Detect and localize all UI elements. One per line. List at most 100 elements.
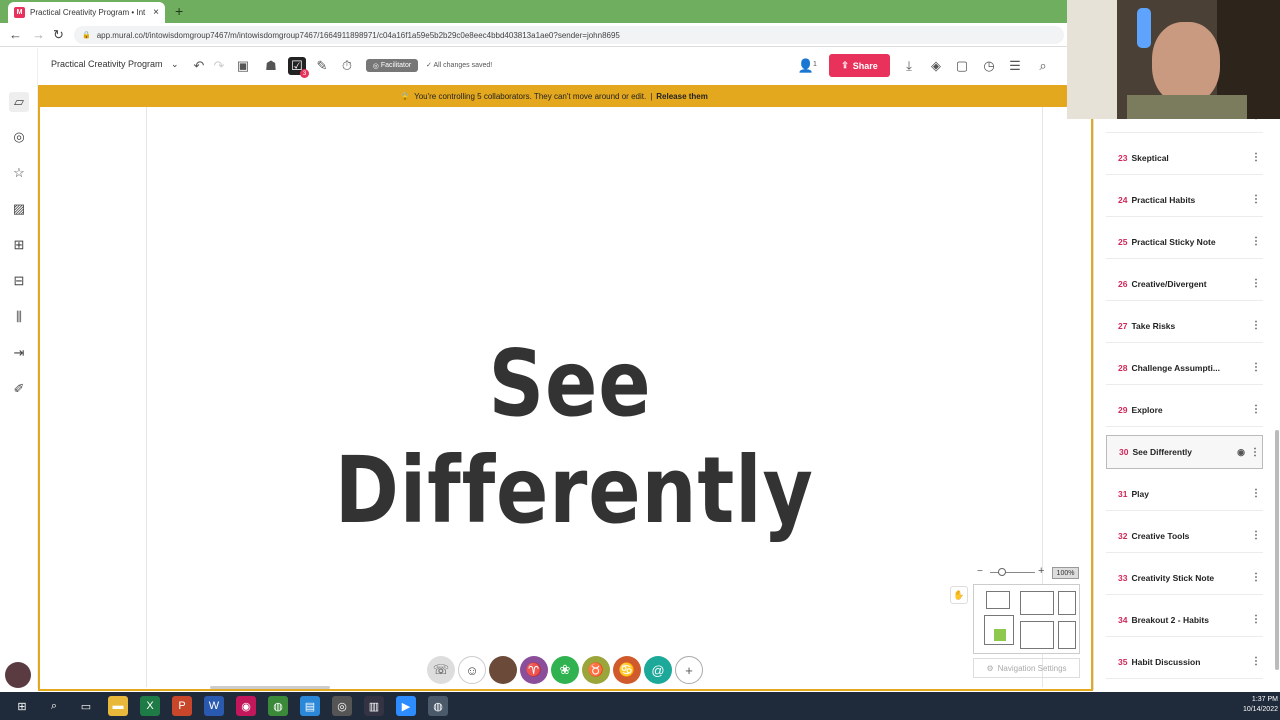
zoom-slider[interactable] [990,572,1035,573]
import-icon[interactable]: ⇥ [9,343,29,363]
zoom-slider-handle[interactable] [998,568,1006,576]
outline-item[interactable]: 35 Habit Discussion ⋮ [1106,645,1263,679]
more-options-icon[interactable]: ⋮ [1249,572,1263,583]
more-options-icon[interactable]: ⋮ [1249,530,1263,541]
canvas-headline[interactable]: See Differently [335,330,813,544]
search-icon[interactable]: ⌕ [44,696,64,716]
app-icon[interactable]: ▤ [300,696,320,716]
undo-icon[interactable]: ↶ [190,57,208,75]
minimap[interactable] [973,584,1080,654]
outline-item-label: Creative/Divergent [1131,278,1207,289]
zoom-in-icon[interactable]: + [1038,565,1044,577]
navigation-settings-button[interactable]: ⚙ Navigation Settings [973,658,1080,678]
back-arrow-icon[interactable]: ← [9,27,22,42]
laser-pointer-icon[interactable]: ✎ [313,57,331,75]
star-icon[interactable]: ☆ [9,163,29,183]
bear-avatar-icon[interactable]: ♉ [582,656,610,684]
outline-item[interactable]: 28 Challenge Assumpti... ⋮ [1106,351,1263,385]
task-view-icon[interactable]: ▭ [76,696,96,716]
outline-item[interactable]: 26 Creative/Divergent ⋮ [1106,267,1263,301]
more-options-icon[interactable]: ⋮ [1249,236,1263,247]
more-options-icon[interactable]: ⋮ [1249,152,1263,163]
minimap-block [1020,591,1054,615]
eye-icon[interactable]: ◉ [1234,447,1248,458]
outline-icon[interactable]: ☰ [1006,57,1024,75]
outline-item[interactable]: 29 Explore ⋮ [1106,393,1263,427]
user-avatar[interactable] [5,662,31,688]
excel-icon[interactable]: X [140,696,160,716]
add-collaborator-icon[interactable]: + [675,656,703,684]
ram-avatar-icon[interactable]: ♈ [520,656,548,684]
redo-icon[interactable]: ↷ [210,57,228,75]
collaborator-avatar[interactable] [489,656,517,684]
facilitator-badge[interactable]: ◎ Facilitator [366,59,418,72]
outline-item[interactable]: 34 Breakout 2 - Habits ⋮ [1106,603,1263,637]
horizontal-scrollbar[interactable] [210,686,330,689]
word-icon[interactable]: W [204,696,224,716]
share-button[interactable]: ⇪ Share [829,54,890,77]
reaction-icon[interactable]: ☺ [458,656,486,684]
outline-item[interactable]: 33 Creativity Stick Note ⋮ [1106,561,1263,595]
more-options-icon[interactable]: ⋮ [1249,362,1263,373]
more-options-icon[interactable]: ⋮ [1249,488,1263,499]
more-options-icon[interactable]: ⋮ [1249,320,1263,331]
forward-arrow-icon[interactable]: → [32,27,45,42]
mural-title[interactable]: Practical Creativity Program ⌄ [51,59,179,70]
more-options-icon[interactable]: ⋮ [1249,194,1263,205]
pen-icon[interactable]: ✐ [9,379,29,399]
release-them-link[interactable]: Release them [656,92,708,101]
outline-item[interactable]: 25 Practical Sticky Note ⋮ [1106,225,1263,259]
activity-icon[interactable]: ◈ [927,57,945,75]
url-text: app.mural.co/t/intowisdomgroup7467/m/int… [96,30,620,40]
search-icon[interactable]: ⌕ [1034,57,1052,75]
zoom-icon[interactable]: ▶ [396,696,416,716]
system-clock[interactable]: 1:37 PM 10/14/2022 [1230,695,1278,715]
outline-item[interactable]: 31 Play ⋮ [1106,477,1263,511]
download-icon[interactable]: ⤓ [900,57,918,75]
image-icon[interactable]: ▨ [9,199,29,219]
shapes-icon[interactable]: ◎ [9,127,29,147]
outline-item[interactable]: 32 Creative Tools ⋮ [1106,519,1263,553]
zoom-level[interactable]: 100% [1052,567,1079,579]
frame-icon[interactable]: ▣ [234,57,252,75]
outline-item[interactable]: 27 Take Risks ⋮ [1106,309,1263,343]
history-icon[interactable]: ◷ [980,57,998,75]
reload-icon[interactable]: ↻ [53,27,64,43]
outline-item[interactable]: 23 Skeptical ⋮ [1106,141,1263,175]
url-field[interactable]: 🔒 app.mural.co/t/intowisdomgroup7467/m/i… [74,26,1064,44]
bird-avatar-icon[interactable]: ❀ [551,656,579,684]
chrome-icon[interactable]: ◍ [268,696,288,716]
hand-icon[interactable]: ✋ [950,586,968,604]
grid-icon[interactable]: ⊞ [9,235,29,255]
outline-scrollbar[interactable] [1275,430,1279,670]
library-icon[interactable]: ⫼ [9,307,29,327]
incognito-icon[interactable]: ☗ [262,57,280,75]
more-options-icon[interactable]: ⋮ [1249,278,1263,289]
comments-icon[interactable]: ▢ [953,57,971,75]
more-options-icon[interactable]: ⋮ [1249,656,1263,667]
sticky-note-icon[interactable]: ▱ [9,92,29,112]
crab-avatar-icon[interactable]: ♋ [613,656,641,684]
outline-item[interactable]: 30 See Differently ◉ ⋮ [1106,435,1263,469]
app-icon[interactable]: ◉ [236,696,256,716]
app-icon[interactable]: ▥ [364,696,384,716]
outline-item[interactable]: 24 Practical Habits ⋮ [1106,183,1263,217]
windows-start-icon[interactable]: ⊞ [12,696,32,716]
new-tab-button[interactable]: + [175,3,183,19]
table-icon[interactable]: ⊟ [9,271,29,291]
file-explorer-icon[interactable]: ▬ [108,696,128,716]
voting-badge: 3 [300,69,309,78]
more-options-icon[interactable]: ⋮ [1249,404,1263,415]
webcam-overlay [1067,0,1280,119]
phone-icon[interactable]: ☏ [427,656,455,684]
zoom-out-icon[interactable]: − [977,566,983,577]
app-icon[interactable]: ◎ [332,696,352,716]
more-options-icon[interactable]: ⋮ [1249,614,1263,625]
browser-tab[interactable]: M Practical Creativity Program • Int × [8,2,165,23]
snail-avatar-icon[interactable]: @ [644,656,672,684]
chrome-active-icon[interactable]: ◍ [428,696,448,716]
powerpoint-icon[interactable]: P [172,696,192,716]
timer-icon[interactable]: ⏱ [338,57,356,75]
more-options-icon[interactable]: ⋮ [1248,447,1262,458]
close-tab-icon[interactable]: × [153,7,159,18]
